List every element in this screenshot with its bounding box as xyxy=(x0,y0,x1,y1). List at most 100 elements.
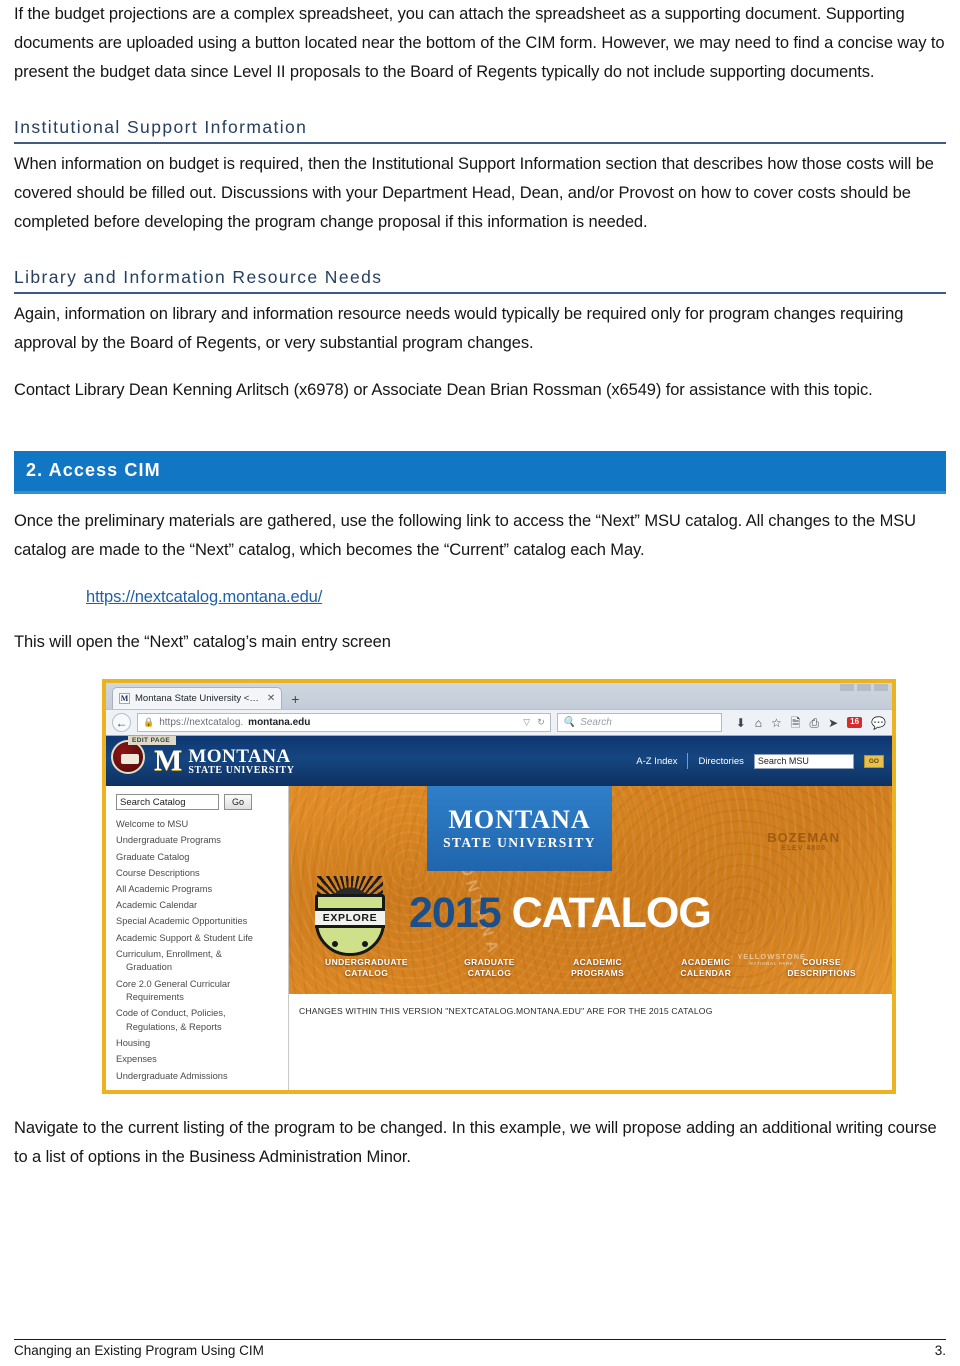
sidebar-item-housing[interactable]: Housing xyxy=(116,1036,282,1052)
maximize-button[interactable] xyxy=(857,684,871,691)
sidebar-item-core-20[interactable]: Core 2.0 General Curricular Requirements xyxy=(116,976,282,1006)
new-tab-button[interactable]: + xyxy=(282,691,308,709)
nav-line-1: COURSE xyxy=(802,957,842,967)
reader-list-icon[interactable]: 🗎 xyxy=(791,717,801,729)
shield-dot-left xyxy=(332,941,338,947)
browser-toolbar-icons: ⬇ ⌂ ☆ 🗎 ⎙ ➤ 16 💬 xyxy=(728,717,886,729)
download-icon[interactable]: ⬇ xyxy=(736,717,746,729)
sidebar-item-code-of-conduct[interactable]: Code of Conduct, Policies, Regulations, … xyxy=(116,1006,282,1036)
wordmark-line-2: STATE UNIVERSITY xyxy=(188,764,295,776)
heading-rule xyxy=(14,142,946,144)
explore-shield-icon: EXPLORE xyxy=(311,874,389,958)
sidebar-item-academic-support[interactable]: Academic Support & Student Life xyxy=(116,930,282,946)
edit-page-button[interactable]: EDIT PAGE xyxy=(128,736,177,745)
nav-line-2: PROGRAMS xyxy=(570,967,625,978)
library-paragraph-1: Again, information on library and inform… xyxy=(14,305,904,352)
nav-line-2: CATALOG xyxy=(467,967,512,978)
access-cim-banner: 2. Access CIM xyxy=(14,451,946,494)
browser-search-box[interactable]: 🔍 Search xyxy=(556,713,722,732)
window-controls[interactable] xyxy=(840,684,888,691)
catalog-sidebar: Search Catalog Go Welcome to MSU Undergr… xyxy=(106,786,289,1091)
banner-nav-academic-programs[interactable]: ACADEMIC PROGRAMS xyxy=(571,957,624,978)
badge-icon[interactable]: 16 xyxy=(847,717,863,728)
catalog-link-wrap: https://nextcatalog.montana.edu/ xyxy=(14,583,946,612)
browser-screenshot-figure: M Montana State University <… ✕ + ← 🔒 ht… xyxy=(102,679,896,1095)
catalog-main: MONTANA MONTANA STATE UNIVERSITY BOZEMAN… xyxy=(289,786,892,1090)
shield-dot-right xyxy=(362,941,368,947)
catalog-hero-banner: MONTANA MONTANA STATE UNIVERSITY BOZEMAN… xyxy=(289,786,892,994)
az-index-link[interactable]: A-Z Index xyxy=(636,756,677,767)
catalog-search-go-button[interactable]: Go xyxy=(224,794,252,810)
nav-line-2: CALENDAR xyxy=(680,967,732,978)
catalog-version-note: CHANGES WITHIN THIS VERSION "NEXTCATALOG… xyxy=(299,1006,713,1016)
banner-nav-course-descriptions[interactable]: COURSE DESCRIPTIONS xyxy=(787,957,856,978)
catalog-word: CATALOG xyxy=(511,889,712,937)
search-icon: 🔍 xyxy=(562,717,576,728)
close-window-button[interactable] xyxy=(874,684,888,691)
home-icon[interactable]: ⌂ xyxy=(755,717,762,729)
firefox-browser-window: M Montana State University <… ✕ + ← 🔒 ht… xyxy=(106,683,892,1091)
chat-icon[interactable]: 💬 xyxy=(871,717,886,729)
url-dropdown-icon[interactable]: ▽ xyxy=(523,717,530,728)
reload-icon[interactable]: ↻ xyxy=(537,717,545,728)
msu-search-go-button[interactable]: GO xyxy=(863,754,884,768)
address-bar[interactable]: 🔒 https://nextcatalog. montana.edu ▽ ↻ xyxy=(137,713,551,732)
library-paragraph-2: Contact Library Dean Kenning Arlitsch (x… xyxy=(14,381,873,399)
intro-paragraph: If the budget projections are a complex … xyxy=(14,5,945,81)
nav-line-1: UNDERGRADUATE xyxy=(325,957,409,967)
url-host: montana.edu xyxy=(248,717,311,728)
catalog-search-row: Search Catalog Go xyxy=(116,794,282,810)
sidebar-item-academic-calendar[interactable]: Academic Calendar xyxy=(116,898,282,914)
send-tab-icon[interactable]: ➤ xyxy=(828,717,838,729)
tab-close-icon[interactable]: ✕ xyxy=(267,693,275,704)
sidebar-item-undergraduate-admissions[interactable]: Undergraduate Admissions xyxy=(116,1068,282,1084)
catalog-year: 2015 xyxy=(409,889,502,937)
banner-nav-graduate-catalog[interactable]: GRADUATE CATALOG xyxy=(464,957,515,978)
nav-divider xyxy=(687,753,689,769)
nav-line-2: CATALOG xyxy=(344,967,389,978)
explore-label: EXPLORE xyxy=(315,908,385,928)
catalog-banner-nav: UNDERGRADUATE CATALOG GRADUATE CATALOG A… xyxy=(289,957,892,978)
tab-title: Montana State University <… xyxy=(135,693,259,704)
bozeman-label: BOZEMAN xyxy=(767,830,840,845)
browser-tab[interactable]: M Montana State University <… ✕ xyxy=(112,687,283,709)
nav-line-1: ACADEMIC xyxy=(573,957,623,967)
msu-search-input[interactable]: Search MSU xyxy=(753,753,854,769)
sidebar-item-label: Code of Conduct, Policies, xyxy=(116,1008,226,1019)
page-footer: Changing an Existing Program Using CIM 3… xyxy=(14,1338,946,1358)
msu-blue-logo-block: MONTANA STATE UNIVERSITY xyxy=(427,786,612,871)
msu-seal-icon xyxy=(111,740,145,774)
sync-icon[interactable]: ⎙ xyxy=(809,717,819,729)
search-placeholder: Search xyxy=(580,717,612,728)
banner-nav-academic-calendar[interactable]: ACADEMIC CALENDAR xyxy=(680,957,731,978)
catalog-search-input[interactable]: Search Catalog xyxy=(116,794,219,810)
banner-nav-undergraduate-catalog[interactable]: UNDERGRADUATE CATALOG xyxy=(325,957,408,978)
catalog-caption: This will open the “Next” catalog’s main… xyxy=(14,633,391,651)
document-page: If the budget projections are a complex … xyxy=(0,0,960,1366)
blue-block-line-1: MONTANA xyxy=(448,804,591,834)
bookmark-star-icon[interactable]: ☆ xyxy=(771,717,782,729)
sidebar-item-all-academic-programs[interactable]: All Academic Programs xyxy=(116,882,282,898)
back-button-icon[interactable]: ← xyxy=(112,713,131,732)
sidebar-item-special-academic-opportunities[interactable]: Special Academic Opportunities xyxy=(116,914,282,930)
sidebar-item-welcome[interactable]: Welcome to MSU xyxy=(116,817,282,833)
directories-link[interactable]: Directories xyxy=(698,756,743,767)
wordmark-line-1: MONTANA xyxy=(188,745,291,767)
sidebar-item-undergraduate-programs[interactable]: Undergraduate Programs xyxy=(116,833,282,849)
msu-wordmark[interactable]: M MONTANA STATE UNIVERSITY xyxy=(154,745,295,776)
section-heading-library-resources: Library and Information Resource Needs xyxy=(14,267,946,294)
sidebar-item-course-descriptions[interactable]: Course Descriptions xyxy=(116,866,282,882)
sidebar-item-label-cont: Regulations, & Reports xyxy=(126,1021,222,1032)
closing-paragraph: Navigate to the current listing of the p… xyxy=(14,1119,937,1167)
msu-site-body: Search Catalog Go Welcome to MSU Undergr… xyxy=(106,786,892,1091)
sidebar-item-graduate-catalog[interactable]: Graduate Catalog xyxy=(116,849,282,865)
sidebar-item-label-cont: Requirements xyxy=(126,992,184,1003)
institutional-support-paragraph: When information on budget is required, … xyxy=(14,155,934,231)
sidebar-item-label-cont: Graduation xyxy=(126,962,172,973)
nextcatalog-link[interactable]: https://nextcatalog.montana.edu/ xyxy=(86,588,322,606)
minimize-button[interactable] xyxy=(840,684,854,691)
sidebar-item-curriculum-enrollment[interactable]: Curriculum, Enrollment, & Graduation xyxy=(116,947,282,977)
blue-block-line-2: STATE UNIVERSITY xyxy=(443,834,596,850)
sidebar-item-expenses[interactable]: Expenses xyxy=(116,1052,282,1068)
access-cim-paragraph: Once the preliminary materials are gathe… xyxy=(14,512,916,559)
